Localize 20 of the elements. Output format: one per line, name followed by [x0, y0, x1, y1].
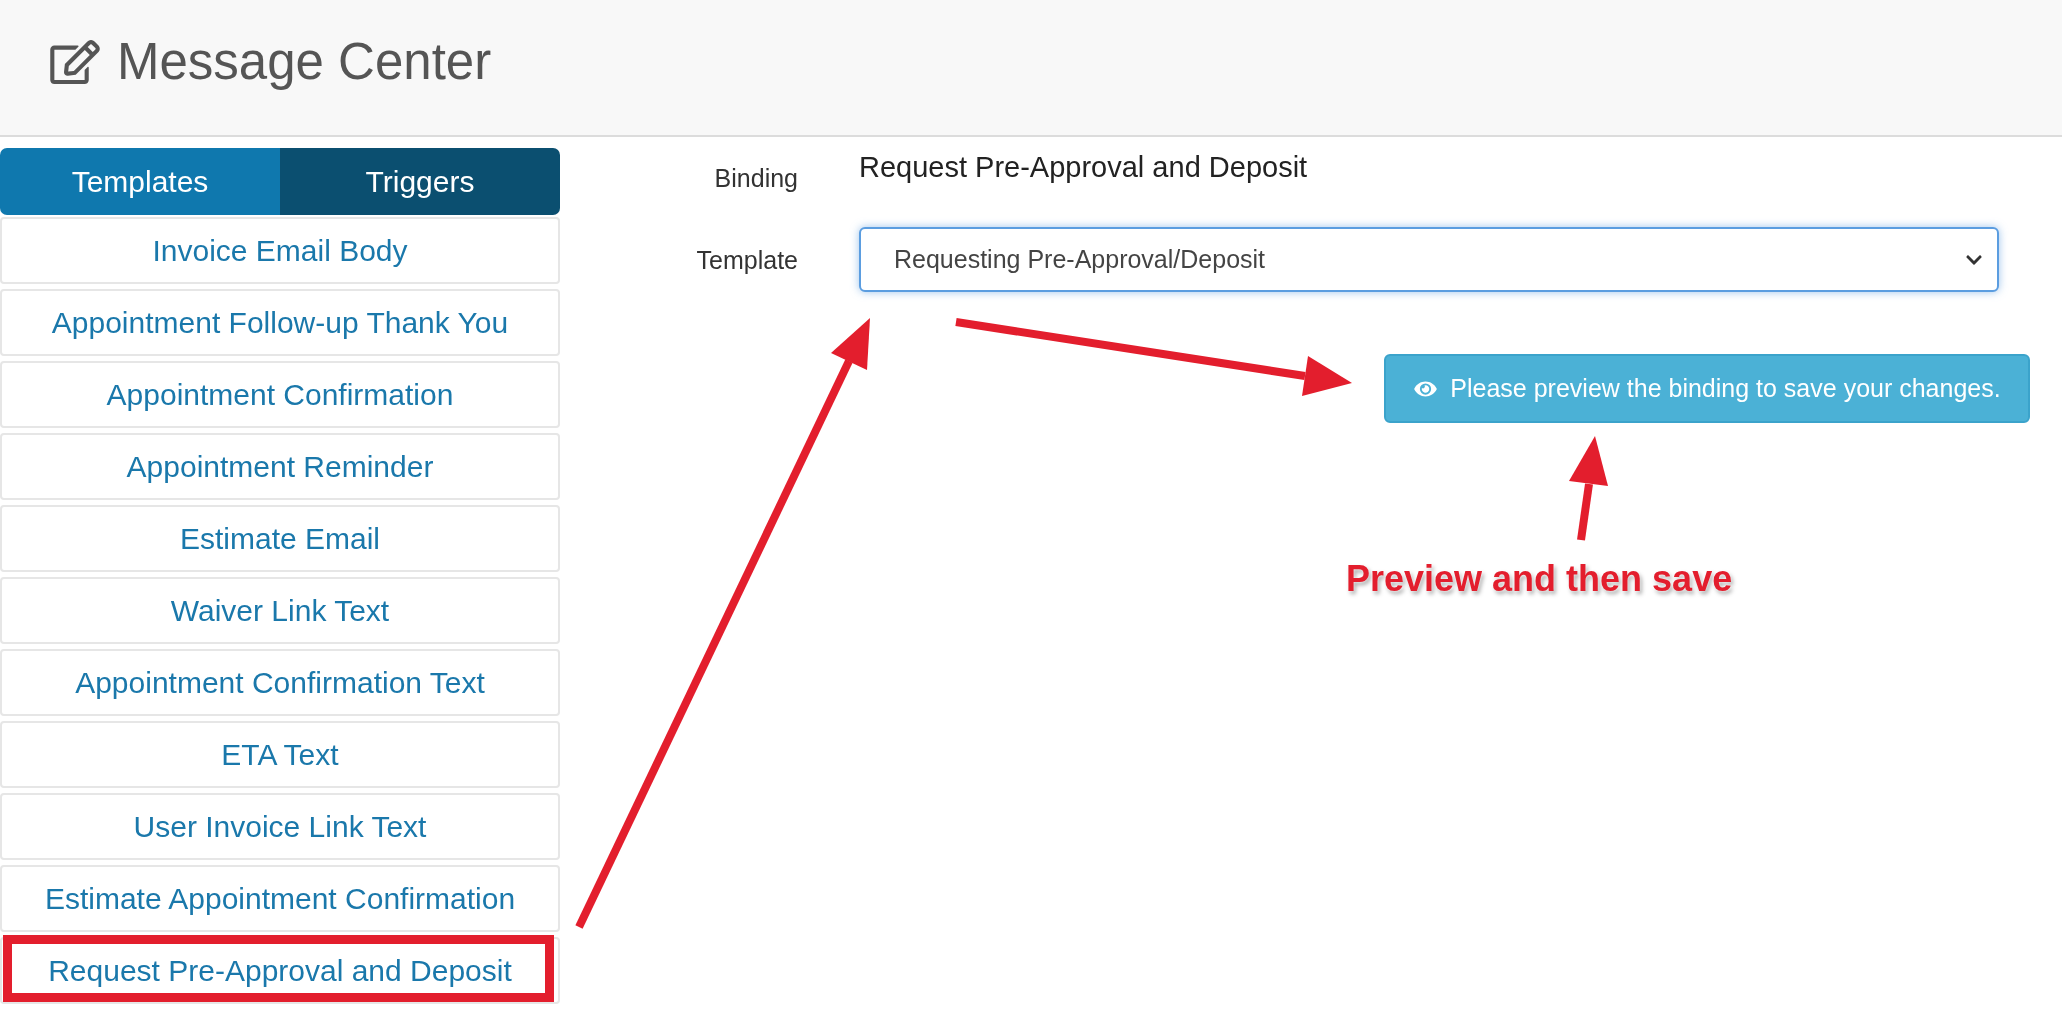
template-list-item[interactable]: Appointment Confirmation Text: [0, 649, 560, 716]
template-list-item[interactable]: Request Pre-Approval and Deposit: [0, 937, 560, 1004]
template-select[interactable]: Requesting Pre-Approval/Deposit: [859, 227, 1999, 292]
template-list-item[interactable]: Appointment Confirmation: [0, 361, 560, 428]
binding-value: Request Pre-Approval and Deposit: [859, 150, 1308, 184]
edit-icon: [50, 39, 100, 84]
template-list-item[interactable]: Estimate Email: [0, 505, 560, 572]
callout-text: Preview and then save: [1346, 561, 1733, 597]
template-list-item[interactable]: User Invoice Link Text: [0, 793, 560, 860]
template-list-item[interactable]: Invoice Email Body: [0, 217, 560, 284]
template-list-item[interactable]: Appointment Reminder: [0, 433, 560, 500]
template-list-item[interactable]: Waiver Link Text: [0, 577, 560, 644]
sidebar-tab[interactable]: Triggers: [280, 148, 560, 215]
template-list-item[interactable]: ETA Text: [0, 721, 560, 788]
field-label: Template: [695, 245, 798, 274]
template-list-item[interactable]: Estimate Appointment Confirmation: [0, 865, 560, 932]
field-label: Binding: [713, 163, 798, 192]
sidebar-tab[interactable]: Templates: [0, 148, 280, 215]
preview-button[interactable]: Please preview the binding to save your changes.: [1384, 354, 2030, 423]
template-list-item[interactable]: Appointment Follow-up Thank You: [0, 289, 560, 356]
